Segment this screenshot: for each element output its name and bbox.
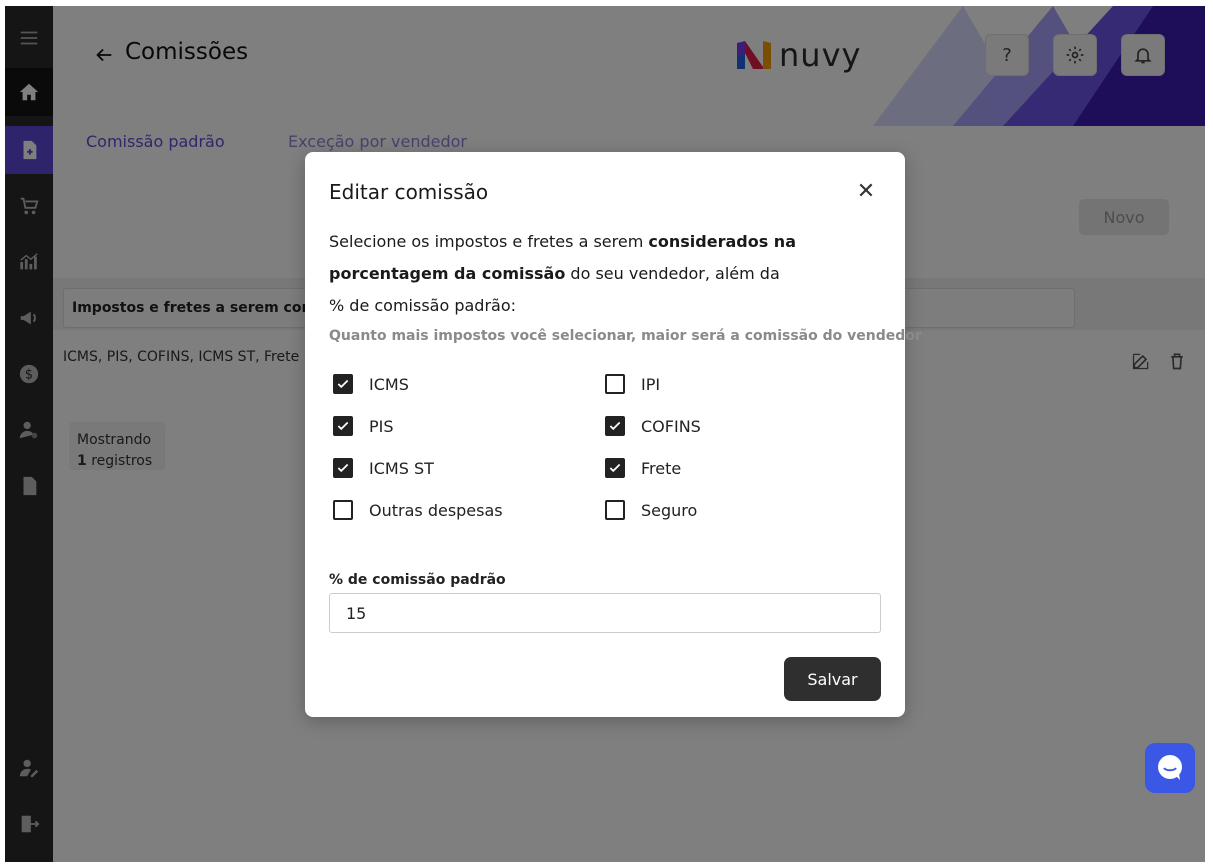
checkbox-seguro[interactable]: Seguro [605, 500, 697, 520]
checkbox-checked-icon[interactable] [333, 374, 353, 394]
modal-hint: Quanto mais impostos você selecionar, ma… [329, 328, 922, 344]
checkbox-label: Outras despesas [369, 500, 503, 520]
checkbox-pis[interactable]: PIS [333, 416, 394, 436]
edit-commission-modal: Editar comissão ✕ Selecione os impostos … [305, 152, 922, 717]
commission-field-label: % de comissão padrão [329, 572, 506, 588]
close-icon: ✕ [856, 178, 876, 204]
chat-button[interactable] [1145, 743, 1195, 793]
checkbox-checked-icon[interactable] [605, 458, 625, 478]
checkbox-frete[interactable]: Frete [605, 458, 681, 478]
modal-title: Editar comissão [329, 180, 489, 204]
modal-description: Selecione os impostos e fretes a serem c… [329, 232, 796, 315]
checkbox-icms-st[interactable]: ICMS ST [333, 458, 434, 478]
close-button[interactable]: ✕ [853, 178, 879, 204]
checkbox-label: ICMS ST [369, 458, 434, 478]
chat-icon [1158, 755, 1182, 780]
checkbox-unchecked-icon[interactable] [333, 500, 353, 520]
checkbox-label: Frete [641, 458, 682, 478]
checkbox-checked-icon[interactable] [333, 458, 353, 478]
checkbox-ipi[interactable]: IPI [605, 374, 660, 394]
checkbox-label: ICMS [369, 374, 409, 394]
checkbox-label: Seguro [641, 500, 698, 520]
save-button[interactable]: Salvar [784, 657, 881, 701]
checkbox-checked-icon[interactable] [333, 416, 353, 436]
checkbox-outras-despesas[interactable]: Outras despesas [333, 500, 503, 520]
commission-percent-input[interactable] [329, 593, 881, 633]
checkbox-unchecked-icon[interactable] [605, 374, 625, 394]
checkbox-label: IPI [641, 374, 661, 394]
checkbox-label: COFINS [641, 416, 701, 436]
checkbox-icms[interactable]: ICMS [333, 374, 409, 394]
checkbox-label: PIS [369, 416, 394, 436]
checkbox-checked-icon[interactable] [605, 416, 625, 436]
checkbox-cofins[interactable]: COFINS [605, 416, 701, 436]
checkbox-unchecked-icon[interactable] [605, 500, 625, 520]
